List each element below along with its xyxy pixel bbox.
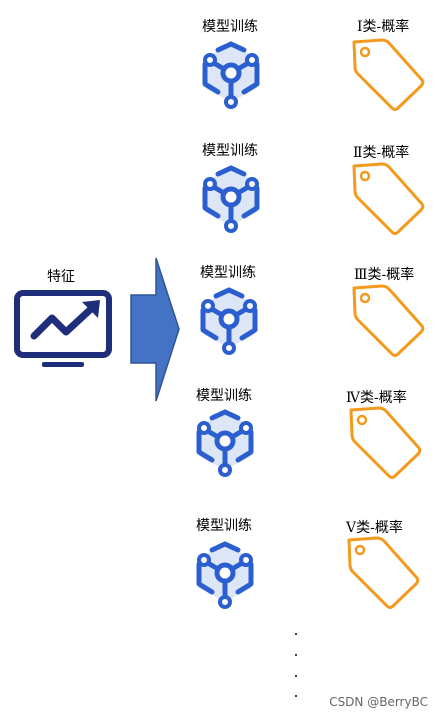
model-train-label: 模型训练: [202, 19, 258, 35]
ellipsis-dot: [295, 654, 297, 656]
model-cube-icon: [196, 38, 266, 110]
model-train-label: 模型训练: [196, 388, 252, 404]
watermark: CSDN @BerryBC: [329, 695, 428, 709]
feature-label: 特征: [47, 269, 75, 285]
model-train-label: 模型训练: [200, 265, 256, 281]
ellipsis-dot: [295, 675, 297, 677]
model-train-label: 模型训练: [196, 518, 252, 534]
price-tag-icon: [346, 160, 428, 238]
model-cube-icon: [194, 284, 264, 356]
flow-arrow: [130, 257, 180, 402]
ellipsis-dot: [295, 633, 297, 635]
price-tag-icon: [341, 534, 423, 612]
chart-monitor-icon: [14, 290, 114, 370]
class-probability-label: Ⅰ类-概率: [357, 19, 410, 35]
model-cube-icon: [196, 162, 266, 234]
price-tag-icon: [346, 36, 428, 114]
price-tag-icon: [343, 404, 425, 482]
model-cube-icon: [190, 538, 260, 610]
model-train-label: 模型训练: [202, 143, 258, 159]
class-probability-label: Ⅱ类-概率: [353, 145, 410, 161]
class-probability-label: Ⅲ类-概率: [354, 267, 415, 283]
price-tag-icon: [346, 282, 428, 360]
model-cube-icon: [190, 406, 260, 478]
ellipsis-dot: [295, 695, 297, 697]
